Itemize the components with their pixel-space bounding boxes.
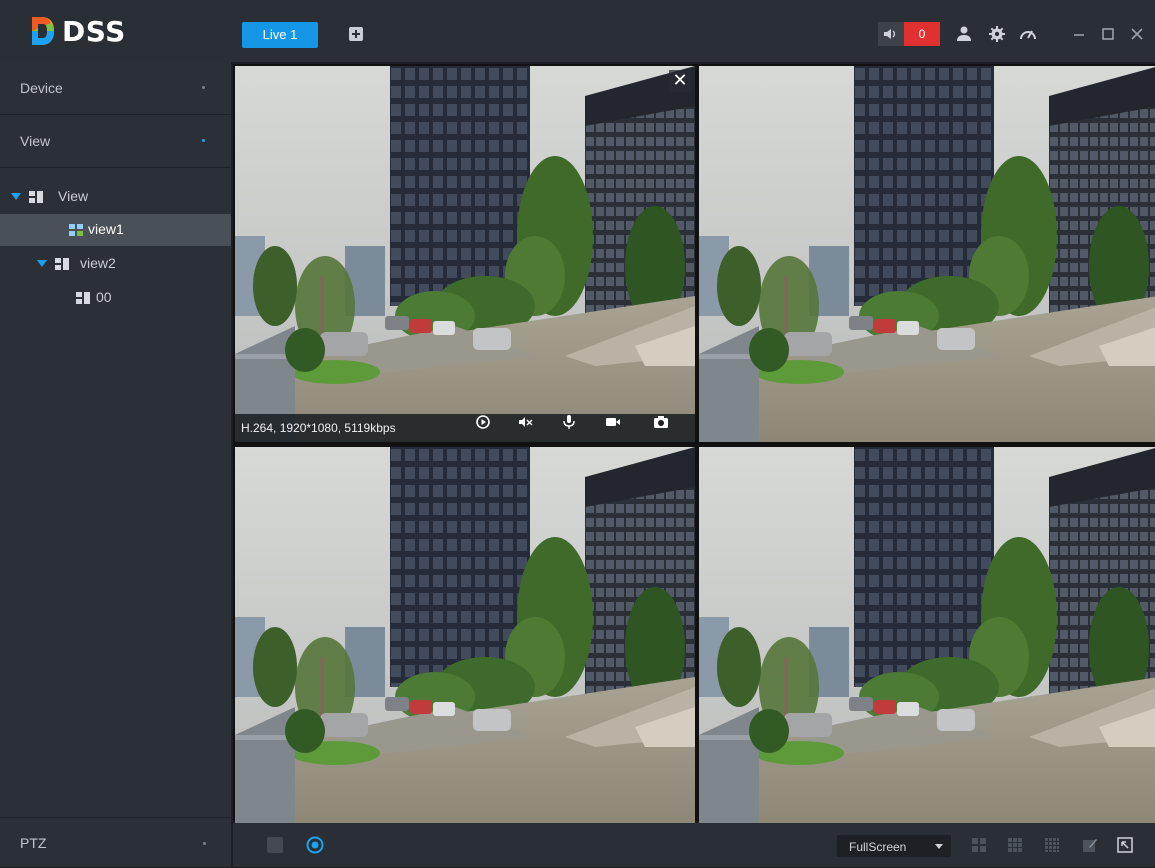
add-tab-icon[interactable]: [349, 27, 363, 41]
tree-node-view1[interactable]: view1: [0, 214, 231, 246]
sidebar-section-ptz[interactable]: PTZ: [0, 817, 231, 868]
expand-triangle-icon: [37, 260, 47, 267]
alarm-count-badge: 0: [904, 22, 940, 46]
chevron-right-icon: [203, 842, 206, 845]
playback-icon[interactable]: [475, 414, 491, 430]
user-icon[interactable]: [955, 25, 973, 43]
camera-feed: [235, 447, 695, 823]
camera-feed: [235, 66, 695, 442]
video-window-2[interactable]: [699, 66, 1155, 442]
fit-window-icon[interactable]: [1117, 837, 1133, 853]
snapshot-icon[interactable]: [653, 414, 669, 430]
tree-node-view2[interactable]: view2: [0, 248, 231, 280]
save-view-icon[interactable]: [267, 837, 283, 853]
section-label: Device: [20, 80, 63, 96]
section-label: PTZ: [20, 835, 47, 851]
chevron-down-icon: [935, 844, 943, 849]
display-mode-select[interactable]: FullScreen: [837, 835, 951, 857]
video-window-3[interactable]: [235, 447, 695, 823]
video-info-bar: H.264, 1920*1080, 5119kbps: [235, 414, 695, 442]
app-name: DSS: [62, 14, 126, 48]
tree-node-label: 00: [96, 289, 112, 305]
video-window-4[interactable]: [699, 447, 1155, 823]
chevron-right-icon: [202, 86, 205, 89]
maximize-icon[interactable]: [1099, 25, 1117, 43]
camera-feed: [699, 447, 1155, 823]
section-label: View: [20, 133, 51, 149]
camera-feed: [699, 66, 1155, 442]
mute-icon[interactable]: [518, 414, 534, 430]
chevron-down-icon: [202, 139, 205, 142]
view-icon: [55, 258, 71, 270]
display-mode-value: FullScreen: [849, 840, 907, 854]
microphone-icon[interactable]: [561, 414, 577, 430]
speedometer-icon[interactable]: [1019, 25, 1037, 43]
record-icon[interactable]: [605, 414, 621, 430]
tour-icon[interactable]: [306, 836, 324, 854]
view-icon: [76, 292, 92, 304]
app-logo: DSS: [28, 14, 126, 48]
view-icon: [29, 191, 45, 203]
video-grid: ✕ H.264, 1920*1080, 5119kbps: [233, 64, 1155, 823]
bottom-toolbar: FullScreen: [233, 823, 1155, 867]
tree-node-00[interactable]: 00: [0, 282, 231, 314]
tree-node-view-root[interactable]: View: [0, 181, 231, 213]
custom-split-icon[interactable]: [1082, 837, 1098, 853]
sidebar-section-view[interactable]: View: [0, 115, 231, 168]
video-window-1[interactable]: ✕ H.264, 1920*1080, 5119kbps: [235, 66, 695, 442]
tree-node-label: View: [58, 188, 89, 204]
split-9-icon[interactable]: [1007, 837, 1023, 853]
sidebar: Device View View view1 view2 00 PTZ: [0, 62, 231, 867]
stream-info: H.264, 1920*1080, 5119kbps: [241, 421, 396, 435]
close-video-icon[interactable]: ✕: [669, 70, 691, 92]
tree-node-label: view2: [80, 255, 116, 271]
expand-triangle-icon: [11, 193, 21, 200]
split-16-icon[interactable]: [1044, 837, 1060, 853]
view-icon: [69, 224, 85, 236]
alarm-indicator[interactable]: 0: [878, 22, 940, 46]
close-icon[interactable]: [1128, 25, 1146, 43]
tree-node-label: view1: [88, 221, 124, 237]
top-bar: DSS Live 1 0: [0, 0, 1155, 62]
minimize-icon[interactable]: [1070, 25, 1088, 43]
dss-logo-icon: [32, 17, 54, 45]
split-4-icon[interactable]: [971, 837, 987, 853]
tab-live-1[interactable]: Live 1: [242, 22, 318, 48]
sidebar-section-device[interactable]: Device: [0, 62, 231, 115]
gear-icon[interactable]: [988, 25, 1006, 43]
speaker-icon: [878, 22, 904, 46]
